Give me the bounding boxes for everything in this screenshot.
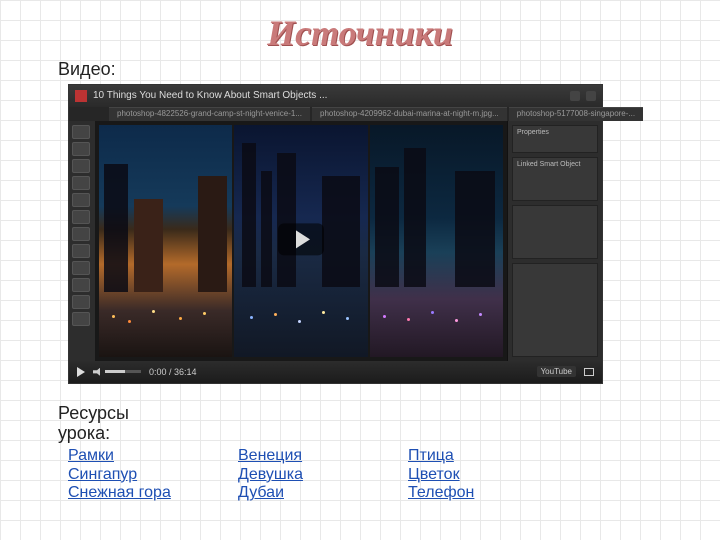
- canvas-image-singapore: [370, 125, 503, 357]
- link-devushka[interactable]: Девушка: [238, 466, 303, 484]
- document-tabs: photoshop-4822526-grand-camp-st-night-ve…: [69, 107, 602, 121]
- doc-tab: photoshop-4822526-grand-camp-st-night-ve…: [109, 107, 310, 121]
- tool-icon: [72, 125, 90, 139]
- tool-icon: [72, 261, 90, 275]
- link-dubai[interactable]: Дубаи: [238, 484, 284, 502]
- tool-icon: [72, 295, 90, 309]
- tool-icon: [72, 193, 90, 207]
- resource-links: Рамки Сингапур Снежная гора Венеция Деву…: [68, 447, 662, 502]
- gear-icon: [586, 91, 596, 101]
- youtube-logo[interactable]: YouTube: [537, 366, 576, 377]
- tool-icon: [72, 210, 90, 224]
- page-title: Источники: [58, 12, 662, 54]
- link-telefon[interactable]: Телефон: [408, 484, 474, 502]
- link-singapur[interactable]: Сингапур: [68, 466, 137, 484]
- speaker-icon: [93, 368, 103, 376]
- panel-block: [512, 205, 598, 259]
- video-player[interactable]: 10 Things You Need to Know About Smart O…: [68, 84, 603, 384]
- app-titlebar: 10 Things You Need to Know About Smart O…: [69, 85, 602, 107]
- doc-tab: photoshop-4209962-dubai-marina-at-night-…: [312, 107, 507, 121]
- video-time: 0:00 / 36:14: [149, 367, 197, 377]
- link-ramki[interactable]: Рамки: [68, 447, 114, 465]
- play-button[interactable]: [278, 223, 324, 255]
- fullscreen-icon[interactable]: [584, 368, 594, 376]
- tool-icon: [72, 142, 90, 156]
- panel-smart-object: Linked Smart Object: [512, 157, 598, 201]
- video-section-label: Видео:: [58, 60, 138, 80]
- tool-icon: [72, 278, 90, 292]
- app-title: 10 Things You Need to Know About Smart O…: [93, 90, 327, 101]
- canvas-image-venice: [99, 125, 232, 357]
- tool-icon: [72, 312, 90, 326]
- tool-icon: [72, 227, 90, 241]
- link-cvetok[interactable]: Цветок: [408, 466, 460, 484]
- tool-icon: [72, 244, 90, 258]
- app-icon: [75, 90, 87, 102]
- video-controls[interactable]: 0:00 / 36:14 YouTube: [69, 361, 602, 383]
- resources-section-label: Ресурсы урока:: [58, 404, 168, 444]
- tool-icon: [72, 176, 90, 190]
- panel-header: Properties: [512, 125, 598, 153]
- tool-icon: [72, 159, 90, 173]
- play-icon: [296, 230, 310, 248]
- properties-panel: Properties Linked Smart Object: [507, 121, 602, 361]
- layers-panel: [512, 263, 598, 357]
- share-icon: [570, 91, 580, 101]
- link-venecia[interactable]: Венеция: [238, 447, 302, 465]
- canvas-area: [95, 121, 507, 361]
- link-snezhnaya-gora[interactable]: Снежная гора: [68, 484, 171, 502]
- volume-control[interactable]: [93, 368, 141, 376]
- doc-tab: photoshop-5177008-singapore-...: [509, 107, 643, 121]
- link-ptica[interactable]: Птица: [408, 447, 454, 465]
- photoshop-toolbar: [69, 121, 95, 361]
- play-icon[interactable]: [77, 367, 85, 377]
